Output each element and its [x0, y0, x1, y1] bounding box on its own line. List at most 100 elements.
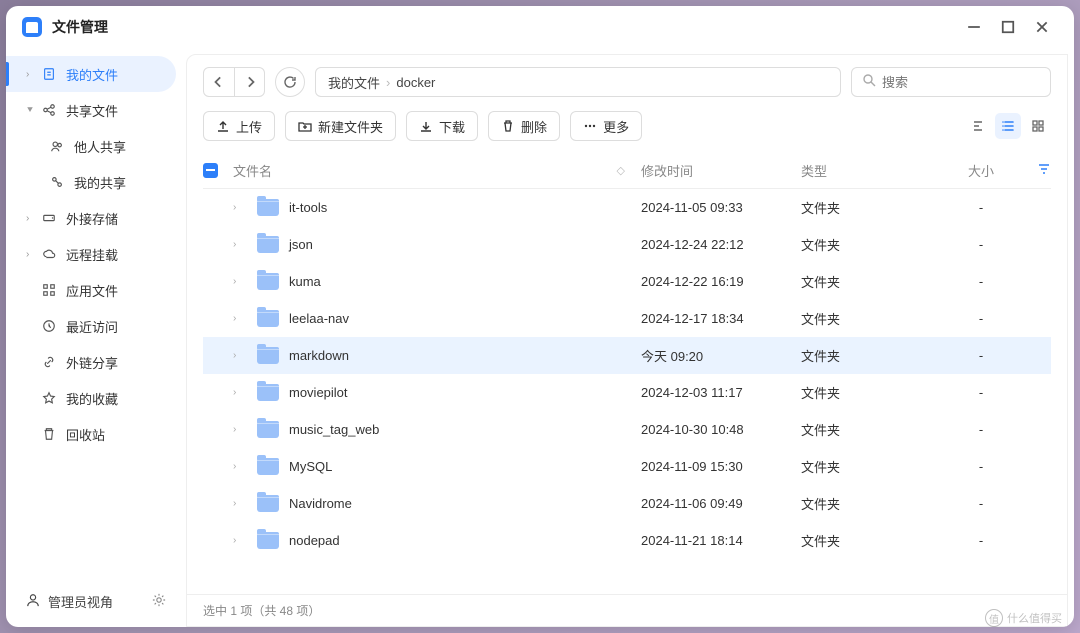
- download-button[interactable]: 下载: [406, 111, 478, 141]
- table-row[interactable]: ›MySQL2024-11-09 15:30文件夹-: [203, 448, 1051, 485]
- chevron-icon: ›: [26, 249, 40, 260]
- file-size: -: [941, 422, 1021, 437]
- chevron-right-icon: ›: [233, 424, 249, 435]
- grid-view-button[interactable]: [1025, 113, 1051, 139]
- column-mtime[interactable]: 修改时间: [641, 161, 801, 180]
- statusbar: 选中 1 项（共 48 项）: [187, 594, 1067, 626]
- file-type: 文件夹: [801, 346, 941, 365]
- folder-icon: [257, 384, 279, 401]
- table-row[interactable]: ›kuma2024-12-22 16:19文件夹-: [203, 263, 1051, 300]
- sidebar-item-9[interactable]: 我的收藏: [6, 380, 186, 416]
- file-name: it-tools: [289, 200, 327, 215]
- column-type[interactable]: 类型: [801, 161, 941, 180]
- chevron-icon: ⯆: [26, 105, 40, 116]
- table-row[interactable]: ›json2024-12-24 22:12文件夹-: [203, 226, 1051, 263]
- table-row[interactable]: ›markdown今天 09:20文件夹-: [203, 337, 1051, 374]
- sidebar-item-label: 回收站: [66, 425, 105, 444]
- refresh-button[interactable]: [275, 67, 305, 97]
- delete-button[interactable]: 删除: [488, 111, 560, 141]
- folder-icon: [257, 458, 279, 475]
- select-all-checkbox[interactable]: [203, 163, 218, 178]
- sidebar-item-label: 外链分享: [66, 353, 118, 372]
- search-input[interactable]: [882, 75, 1058, 90]
- new-folder-button[interactable]: 新建文件夹: [285, 111, 396, 141]
- sidebar-item-6[interactable]: 应用文件: [6, 272, 186, 308]
- clock-icon: [40, 319, 58, 333]
- more-button[interactable]: 更多: [570, 111, 642, 141]
- table-header: 文件名◇ 修改时间 类型 大小: [203, 153, 1051, 189]
- table-row[interactable]: ›it-tools2024-11-05 09:33文件夹-: [203, 189, 1051, 226]
- column-name[interactable]: 文件名◇: [233, 161, 641, 180]
- cloud-icon: [40, 247, 58, 261]
- maximize-button[interactable]: [1000, 19, 1016, 35]
- back-button[interactable]: [204, 68, 234, 96]
- star-icon: [40, 391, 58, 405]
- table-row[interactable]: ›leelaa-nav2024-12-17 18:34文件夹-: [203, 300, 1051, 337]
- sidebar-item-0[interactable]: ›我的文件: [6, 56, 176, 92]
- folder-icon: [257, 199, 279, 216]
- chevron-right-icon: ›: [233, 276, 249, 287]
- folder-icon: [257, 532, 279, 549]
- search-icon: [862, 73, 876, 92]
- folder-icon: [257, 421, 279, 438]
- close-button[interactable]: [1034, 19, 1050, 35]
- list-view-button[interactable]: [995, 113, 1021, 139]
- chevron-icon: ›: [26, 213, 40, 224]
- apps-icon: [40, 283, 58, 297]
- minimize-button[interactable]: [966, 19, 982, 35]
- file-type: 文件夹: [801, 272, 941, 291]
- sidebar-item-7[interactable]: 最近访问: [6, 308, 186, 344]
- file-name: markdown: [289, 348, 349, 363]
- table-row[interactable]: ›music_tag_web2024-10-30 10:48文件夹-: [203, 411, 1051, 448]
- sidebar: ›我的文件 ⯆ 共享文件他人共享我的共享 › 外接存储 › 远程挂载应用文件最近访问外链分享…: [6, 48, 186, 627]
- chevron-right-icon: ›: [233, 535, 249, 546]
- sort-button[interactable]: [965, 113, 991, 139]
- file-type: 文件夹: [801, 494, 941, 513]
- file-mtime: 2024-11-05 09:33: [641, 200, 801, 215]
- file-type: 文件夹: [801, 531, 941, 550]
- watermark: 什么值得买: [985, 609, 1062, 627]
- upload-button[interactable]: 上传: [203, 111, 275, 141]
- file-name: json: [289, 237, 313, 252]
- table-row[interactable]: ›nodepad2024-11-21 18:14文件夹-: [203, 522, 1051, 559]
- file-size: -: [941, 385, 1021, 400]
- sidebar-item-10[interactable]: 回收站: [6, 416, 186, 452]
- sidebar-item-4[interactable]: › 外接存储: [6, 200, 186, 236]
- link-icon: [40, 355, 58, 369]
- sidebar-item-label: 应用文件: [66, 281, 118, 300]
- content-panel: 我的文件 › docker 上传 新建文件夹 下载 删除 更多: [186, 54, 1068, 627]
- user-icon: [26, 593, 40, 610]
- settings-icon[interactable]: [152, 593, 166, 610]
- column-size[interactable]: 大小: [941, 161, 1021, 180]
- sidebar-item-label: 远程挂载: [66, 245, 118, 264]
- file-size: -: [941, 459, 1021, 474]
- app-icon: [22, 17, 42, 37]
- table-row[interactable]: ›Navidrome2024-11-06 09:49文件夹-: [203, 485, 1051, 522]
- sidebar-admin-view[interactable]: 管理员视角: [6, 583, 186, 619]
- folder-icon: [257, 273, 279, 290]
- hdd-icon: [40, 211, 58, 225]
- breadcrumb[interactable]: 我的文件 › docker: [315, 67, 841, 97]
- sidebar-item-2[interactable]: 他人共享: [6, 128, 186, 164]
- sidebar-item-3[interactable]: 我的共享: [6, 164, 186, 200]
- sidebar-item-1[interactable]: ⯆ 共享文件: [6, 92, 186, 128]
- trash-icon: [40, 427, 58, 441]
- file-type: 文件夹: [801, 198, 941, 217]
- forward-button[interactable]: [234, 68, 264, 96]
- file-size: -: [941, 200, 1021, 215]
- chevron-icon: ›: [26, 69, 40, 80]
- app-title: 文件管理: [52, 17, 966, 37]
- file-mtime: 2024-12-22 16:19: [641, 274, 801, 289]
- file-name: moviepilot: [289, 385, 348, 400]
- titlebar: 文件管理: [6, 6, 1074, 48]
- sidebar-item-label: 外接存储: [66, 209, 118, 228]
- sidebar-item-label: 共享文件: [66, 101, 118, 120]
- search-box[interactable]: [851, 67, 1051, 97]
- doc-icon: [40, 67, 58, 81]
- sidebar-item-8[interactable]: 外链分享: [6, 344, 186, 380]
- filter-button[interactable]: [1021, 162, 1051, 179]
- table-row[interactable]: ›moviepilot2024-12-03 11:17文件夹-: [203, 374, 1051, 411]
- file-name: Navidrome: [289, 496, 352, 511]
- sidebar-item-5[interactable]: › 远程挂载: [6, 236, 186, 272]
- share-alt-icon: [48, 175, 66, 189]
